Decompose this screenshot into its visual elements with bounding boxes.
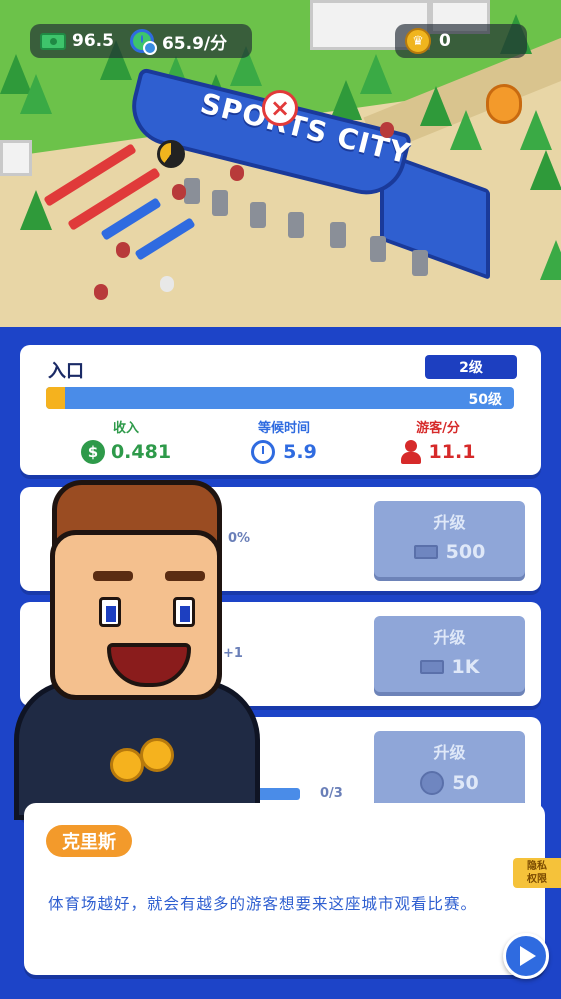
trophy-count: 0 [439, 31, 451, 51]
turnstile [212, 190, 228, 216]
upgrade-cost: 500 [445, 541, 486, 563]
cash-amount: 96.5 [72, 31, 114, 51]
upgrade-button-label: 升级 [433, 513, 466, 532]
character-face [50, 530, 222, 700]
upgrade-button[interactable]: 升级 500 [374, 501, 525, 577]
wait-time-label: 等候时间 [257, 421, 310, 436]
clock-icon [251, 440, 276, 464]
pointing-hand-icon[interactable] [486, 84, 522, 124]
eye [173, 597, 195, 627]
visitor [380, 122, 394, 138]
turnstile [330, 222, 346, 248]
trophy-icon: ♛ [405, 28, 431, 54]
trophy-hud[interactable]: ♛ 0 [395, 24, 527, 58]
tree [530, 150, 561, 190]
turnstile [184, 178, 200, 204]
upgrade-cost: 1K [451, 656, 480, 678]
building [0, 140, 32, 176]
visitor [116, 242, 130, 258]
close-icon[interactable]: × [262, 90, 298, 126]
speaker-name: 克里斯 [46, 825, 132, 857]
upgrade-cost: 50 [452, 772, 479, 794]
gate-title: 入口 [48, 361, 84, 382]
globe-icon [420, 771, 445, 795]
gate-timer-icon [157, 140, 185, 168]
person-icon [400, 440, 421, 464]
privacy-tab-label: 隐私 权限 [527, 861, 547, 885]
dialog-text: 体育场越好，就会有越多的游客想要来这座城市观看比赛。 [48, 895, 478, 913]
gate-info-card: 入口 2级 50级 收入 $ 0.481 等候时间 5.9 游客/分 11.1 [20, 345, 541, 475]
game-scene[interactable]: SPORTS CITY × 96.5 65.9/分 ♛ 0 [0, 0, 561, 327]
income-stat: 收入 $ 0.481 [66, 417, 186, 464]
cash-icon [40, 32, 66, 50]
tree [360, 54, 392, 94]
visitors-label: 游客/分 [416, 421, 460, 436]
max-level-label: 50级 [468, 392, 502, 408]
mouth [107, 643, 191, 687]
cash-icon [413, 545, 438, 559]
visitors-stat: 游客/分 11.1 [378, 417, 498, 464]
turnstile [250, 202, 266, 228]
upgrade-button-label: 升级 [433, 628, 466, 647]
level-progress-fill [46, 387, 65, 409]
upgrade-progress-text: 0/3 [320, 786, 343, 801]
tree [20, 74, 52, 114]
character-chris [0, 470, 270, 820]
eye [99, 597, 121, 627]
visitor [230, 165, 244, 181]
cash-icon [419, 660, 444, 674]
turnstile [288, 212, 304, 238]
next-dialog-button[interactable] [503, 933, 549, 979]
turnstile [412, 250, 428, 276]
tree [420, 86, 452, 126]
level-progress-bar: 50级 [46, 387, 514, 409]
visitor [172, 184, 186, 200]
tree [540, 240, 561, 280]
currency-hud: 96.5 65.9/分 [30, 24, 252, 58]
privacy-permissions-tab[interactable]: 隐私 权限 [513, 858, 561, 888]
eyebrow [93, 571, 133, 581]
wait-time-value: 5.9 [283, 441, 317, 463]
visitors-value: 11.1 [428, 441, 476, 463]
visitor [94, 284, 108, 300]
medal-icon [110, 748, 144, 782]
tree [450, 110, 482, 150]
dialog-box[interactable]: 克里斯 体育场越好，就会有越多的游客想要来这座城市观看比赛。 [24, 803, 545, 975]
income-rate-icon [129, 29, 157, 55]
upgrade-button[interactable]: 升级 1K [374, 616, 525, 692]
tree [330, 80, 362, 120]
eyebrow [165, 571, 205, 581]
wait-time-stat: 等候时间 5.9 [224, 417, 344, 464]
turnstile [370, 236, 386, 262]
dollar-icon: $ [80, 440, 105, 464]
income-value: 0.481 [110, 441, 172, 463]
income-rate: 65.9/分 [161, 33, 228, 54]
upgrade-button-label: 升级 [433, 743, 466, 762]
income-label: 收入 [112, 421, 139, 436]
character-body [14, 680, 260, 820]
medal-icon [140, 738, 174, 772]
upgrade-button[interactable]: 升级 50 [374, 731, 525, 807]
visitor [160, 276, 174, 292]
tree [520, 110, 552, 150]
level-badge: 2级 [425, 355, 517, 379]
